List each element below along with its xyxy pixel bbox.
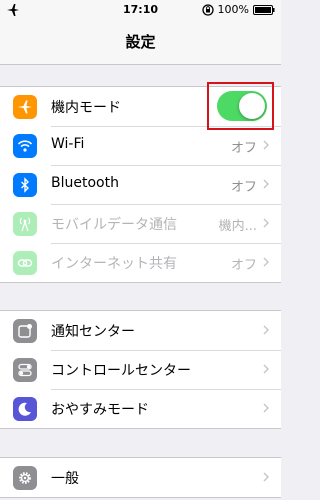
airplane-mode-label: 機内モード (51, 100, 121, 116)
status-bar: 17:10 100% (0, 0, 281, 20)
notification-center-icon (13, 319, 37, 343)
row-general[interactable]: 一般 (0, 458, 281, 497)
settings-group-general: 一般 (0, 457, 281, 498)
row-internet-sharing[interactable]: インターネット共有 オフ (0, 243, 281, 282)
internet-sharing-value: オフ (230, 258, 257, 273)
chevron-right-icon (263, 140, 269, 150)
chevron-right-icon (263, 179, 269, 189)
bluetooth-label: Bluetooth (51, 175, 119, 191)
row-mobile-data[interactable]: モバイルデータ通信 機内... (0, 204, 281, 243)
control-center-icon (13, 358, 37, 382)
chevron-right-icon (263, 364, 269, 374)
chevron-right-icon (263, 325, 269, 335)
wifi-value: オフ (230, 141, 257, 156)
cellular-icon (13, 212, 37, 236)
highlight-box (207, 82, 274, 130)
row-do-not-disturb[interactable]: おやすみモード (0, 389, 281, 428)
rotation-lock-icon (201, 3, 214, 16)
chevron-right-icon (263, 218, 269, 228)
row-bluetooth[interactable]: Bluetooth オフ (0, 165, 281, 204)
chevron-right-icon (263, 257, 269, 267)
gear-icon (13, 466, 37, 490)
do-not-disturb-label: おやすみモード (51, 402, 149, 418)
settings-group-notifications: 通知センター コントロールセンター おやすみモード (0, 310, 281, 429)
general-label: 一般 (51, 471, 79, 487)
bluetooth-value: オフ (230, 180, 257, 195)
bluetooth-icon (13, 173, 37, 197)
moon-icon (13, 397, 37, 421)
page-title: 設定 (125, 33, 156, 51)
chevron-right-icon (263, 403, 269, 413)
battery-icon (253, 4, 275, 15)
mobile-data-value: 機内... (218, 219, 257, 234)
row-control-center[interactable]: コントロールセンター (0, 350, 281, 389)
internet-sharing-label: インターネット共有 (51, 256, 177, 272)
battery-percent: 100% (217, 3, 249, 16)
mobile-data-label: モバイルデータ通信 (51, 217, 177, 233)
row-wifi[interactable]: Wi-Fi オフ (0, 126, 281, 165)
airplane-icon (13, 95, 37, 119)
row-notification-center[interactable]: 通知センター (0, 311, 281, 350)
notification-center-label: 通知センター (51, 324, 135, 340)
wifi-label: Wi-Fi (51, 136, 85, 152)
hotspot-icon (13, 251, 37, 275)
control-center-label: コントロールセンター (51, 363, 191, 379)
wifi-icon (13, 134, 37, 158)
navigation-bar: 設定 (0, 20, 281, 65)
chevron-right-icon (263, 472, 269, 482)
